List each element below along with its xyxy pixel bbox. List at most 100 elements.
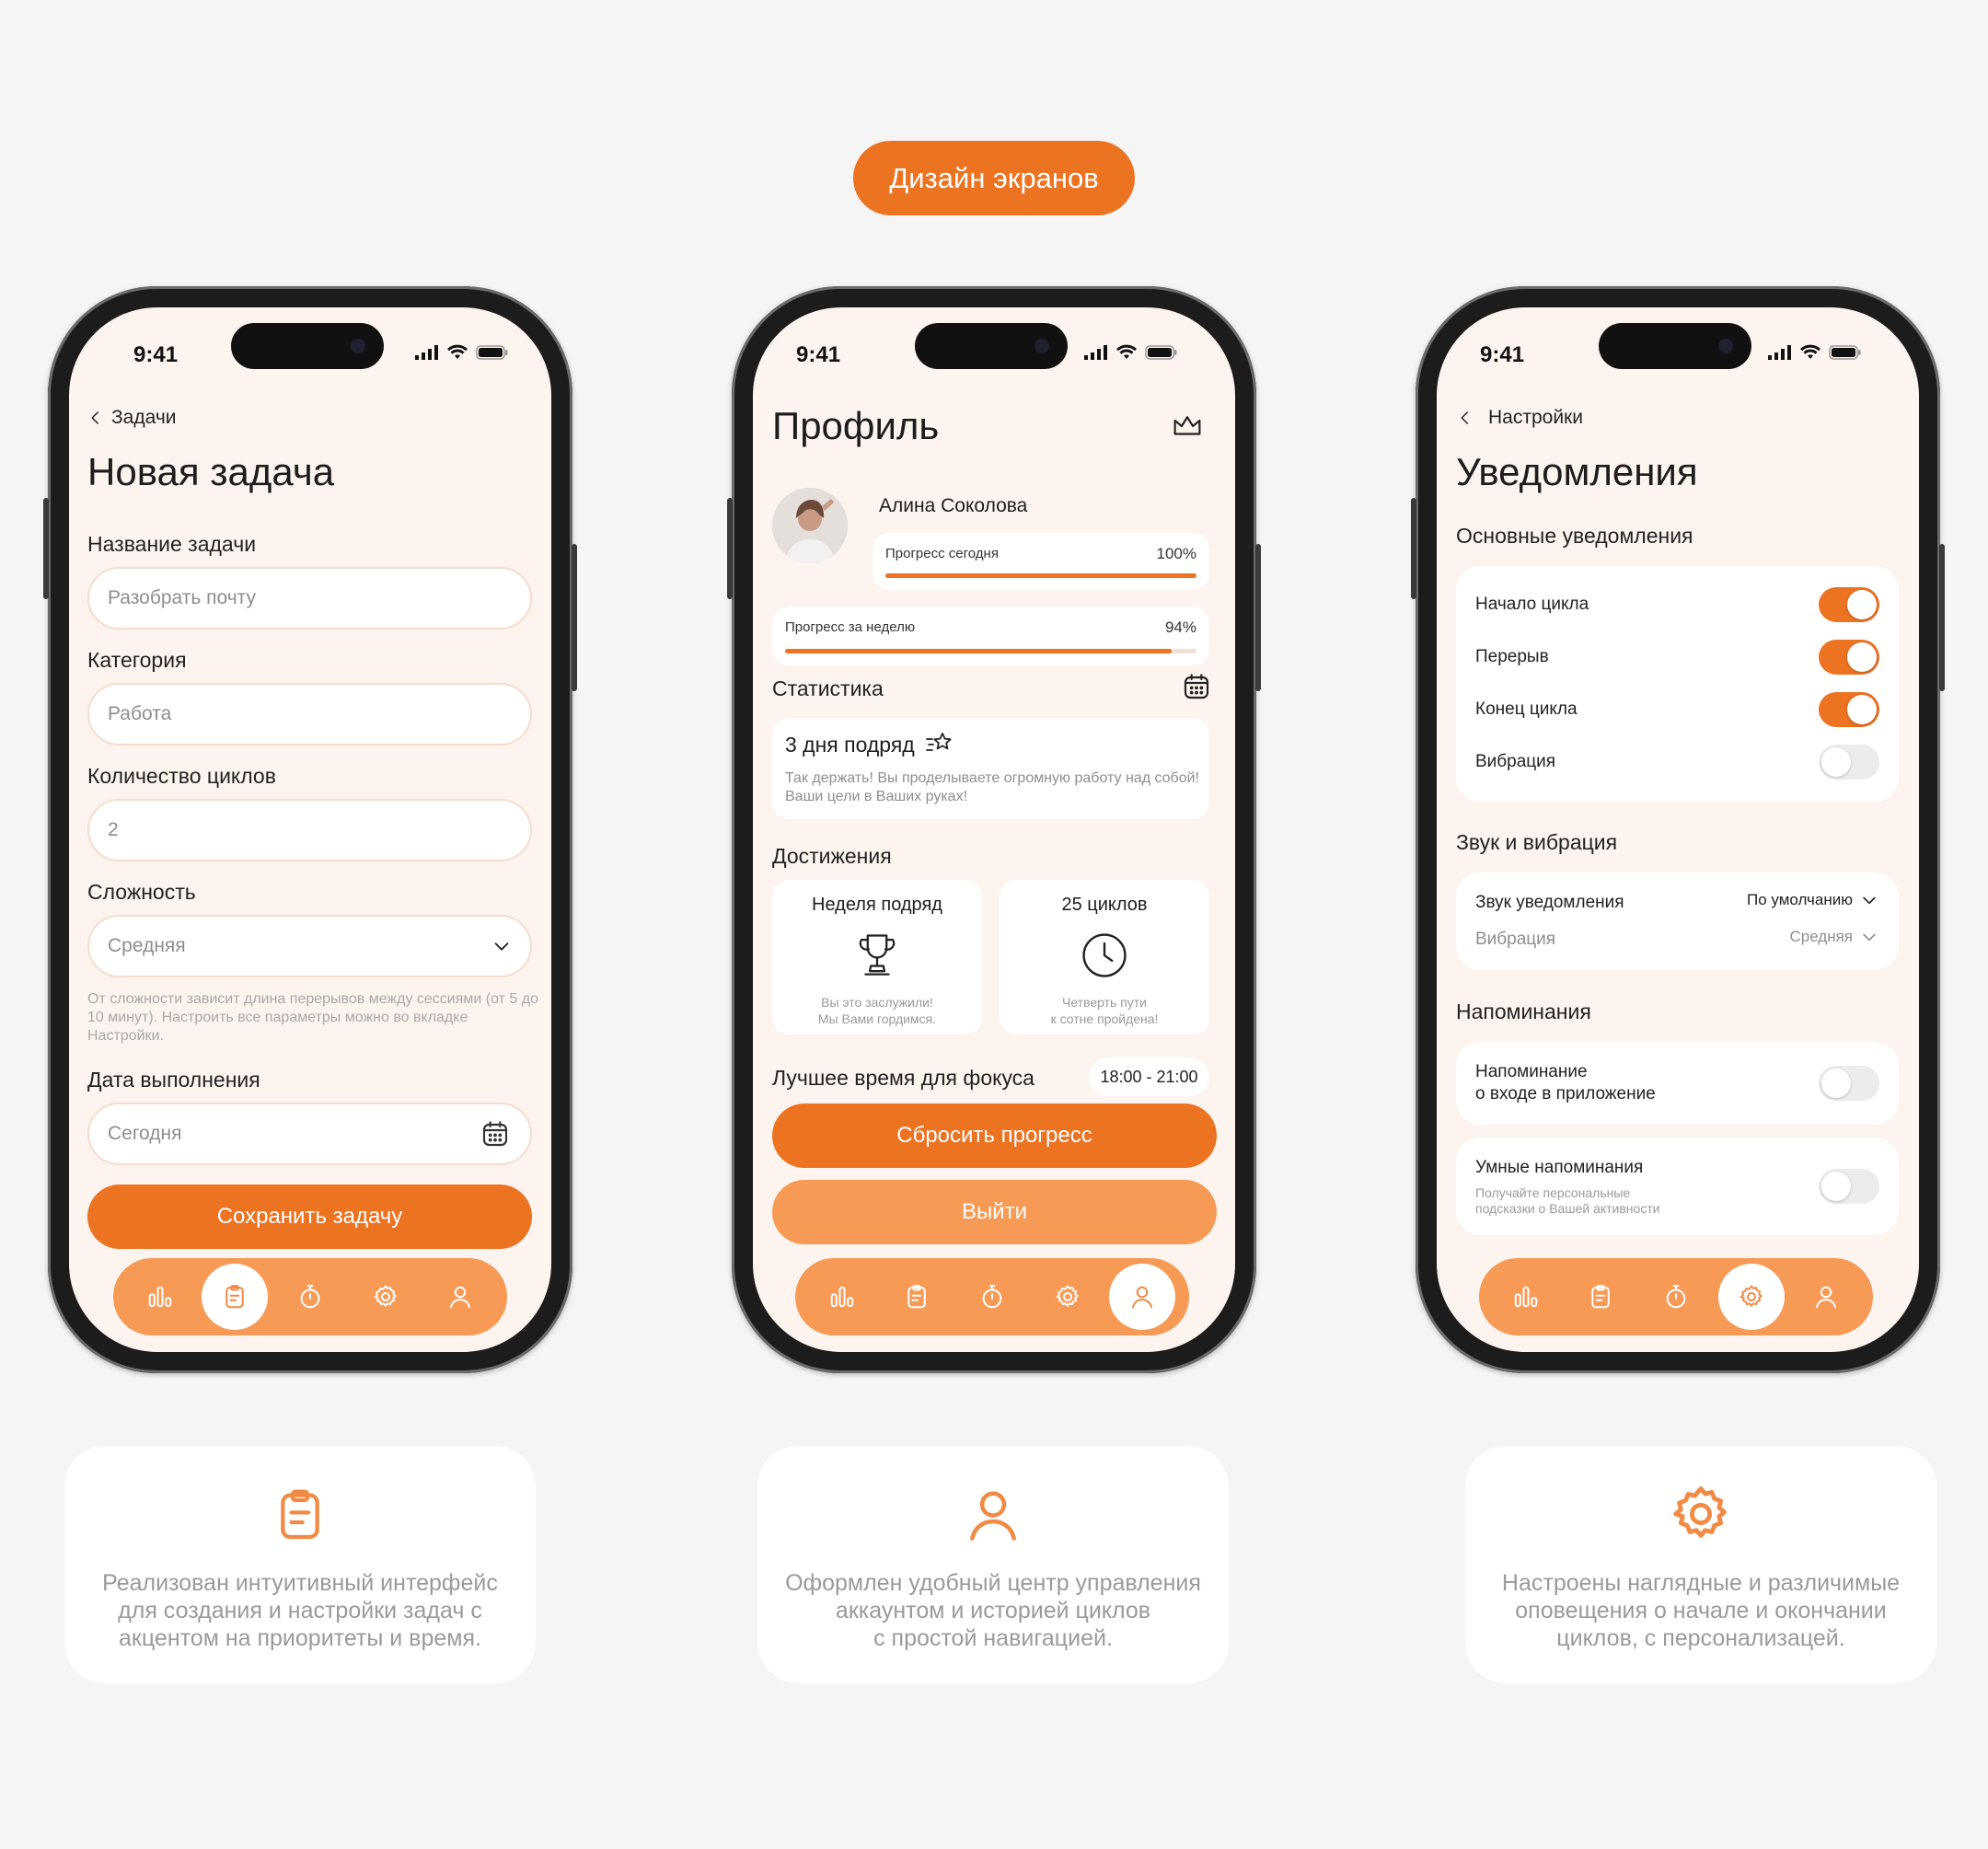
today-progress-label: Прогресс сегодня (885, 546, 999, 561)
notification-toggle[interactable] (1819, 745, 1879, 780)
description-line: циклов, с персонализацей. (1556, 1625, 1845, 1651)
vibration-value: Средняя (1789, 928, 1853, 945)
task-name-input[interactable]: Разобрать почту (87, 567, 532, 630)
phone-notifications: 9:41 Настройки Уведомления Основные увед… (1411, 286, 1945, 1373)
nav-timer[interactable] (959, 1264, 1025, 1330)
notification-toggle[interactable] (1819, 692, 1879, 727)
nav-settings[interactable] (353, 1264, 419, 1330)
description-line: акцентом на приоритеты и время. (119, 1625, 481, 1651)
signal-icon (1768, 345, 1791, 360)
smart-reminders-label: Умные напоминания (1475, 1158, 1644, 1177)
back-label: Настройки (1488, 407, 1583, 428)
gear-icon (372, 1283, 399, 1311)
achievements-title: Достижения (772, 844, 892, 868)
week-progress-label: Прогресс за неделю (785, 619, 916, 635)
cycles-input[interactable]: 2 (87, 799, 532, 861)
task-name-label: Название задачи (87, 532, 257, 556)
chevron-down-icon (1860, 891, 1878, 909)
due-date-label: Дата выполнения (87, 1068, 260, 1092)
today-progress-bar (885, 573, 1196, 578)
calendar-icon[interactable] (1182, 672, 1211, 701)
nav-settings[interactable] (1717, 1264, 1785, 1330)
chevron-down-icon (491, 936, 512, 956)
signal-icon (1084, 345, 1107, 360)
description-line: Реализован интуитивный интерфейс (102, 1570, 498, 1596)
nav-stats[interactable] (127, 1264, 193, 1330)
nav-profile[interactable] (1793, 1264, 1859, 1330)
battery-icon (1145, 345, 1177, 360)
back-button[interactable]: Настройки (1457, 407, 1583, 429)
description-line: для создания и настройки задач с (118, 1598, 482, 1624)
nav-tasks[interactable] (202, 1264, 269, 1330)
calendar-icon[interactable] (480, 1119, 510, 1149)
description-line: Оформлен удобный центр управления (785, 1570, 1201, 1596)
cycles-label: Количество циклов (87, 764, 276, 788)
status-time: 9:41 (1480, 342, 1525, 367)
nav-profile[interactable] (427, 1264, 493, 1330)
achievement-title: Неделя подряд (812, 895, 942, 915)
notification-toggle[interactable] (1819, 640, 1879, 675)
category-input[interactable]: Работа (87, 683, 532, 745)
nav-profile[interactable] (1109, 1264, 1176, 1330)
due-date-input[interactable]: Сегодня (87, 1103, 532, 1165)
streak-card: 3 дня подряд Так держать! Вы проделывает… (772, 718, 1209, 819)
focus-time-label: Лучшее время для фокуса (772, 1066, 1034, 1090)
achievement-text-line: к сотне пройдена! (1050, 1011, 1159, 1026)
reminder-login-line: о входе в приложение (1475, 1084, 1656, 1104)
description-card-tasks: Реализован интуитивный интерфейс для соз… (64, 1446, 536, 1683)
focus-time-badge: 18:00 - 21:00 (1089, 1057, 1209, 1096)
smart-reminders-card: Умные напоминания Получайте персональные… (1456, 1138, 1899, 1235)
save-task-button[interactable]: Сохранить задачу (87, 1185, 532, 1249)
streak-text: Так держать! Вы проделываете огромную ра… (785, 770, 1199, 804)
achievement-card-cycles: 25 циклов Четверть пути к сотне пройдена… (1000, 880, 1209, 1034)
gear-icon (1054, 1283, 1081, 1311)
vibration-select[interactable]: Средняя (1789, 928, 1878, 946)
nav-timer[interactable] (277, 1264, 343, 1330)
description-card-notifications: Настроены наглядные и различимые оповеще… (1465, 1446, 1936, 1683)
smart-reminders-toggle[interactable] (1819, 1169, 1879, 1204)
section-sound-title: Звук и вибрация (1456, 830, 1618, 854)
wifi-icon (1116, 344, 1137, 359)
week-progress-fill (785, 649, 1173, 653)
user-icon (446, 1283, 474, 1311)
notification-row: Начало цикла (1456, 579, 1899, 631)
notification-toggle[interactable] (1819, 587, 1879, 622)
dynamic-island (1599, 323, 1751, 369)
week-progress-value: 94% (1164, 618, 1196, 636)
nav-timer[interactable] (1643, 1264, 1709, 1330)
avatar (772, 488, 848, 563)
logout-button[interactable]: Выйти (772, 1180, 1217, 1244)
status-icons (1084, 344, 1178, 361)
difficulty-label: Сложность (87, 880, 196, 904)
difficulty-select[interactable]: Средняя (87, 915, 532, 977)
sound-select[interactable]: По умолчанию (1747, 891, 1878, 909)
nav-tasks[interactable] (1567, 1264, 1634, 1330)
bottom-nav (795, 1258, 1189, 1335)
notification-label: Конец цикла (1475, 699, 1578, 719)
chart-icon (146, 1283, 174, 1311)
nav-stats[interactable] (1493, 1264, 1559, 1330)
bottom-nav (1479, 1258, 1873, 1335)
streak-title: 3 дня подряд (785, 733, 915, 757)
nav-tasks[interactable] (884, 1264, 950, 1330)
back-label: Задачи (111, 407, 177, 428)
star-icon (925, 731, 954, 757)
back-button[interactable]: Задачи (87, 407, 177, 429)
reset-progress-button[interactable]: Сбросить прогресс (772, 1104, 1217, 1168)
status-time: 9:41 (133, 342, 179, 367)
reminder-login-toggle[interactable] (1819, 1066, 1879, 1101)
notification-row: Конец цикла (1456, 684, 1899, 736)
user-icon (1812, 1283, 1840, 1311)
nav-settings[interactable] (1034, 1264, 1101, 1330)
smart-reminders-sub-line: Получайте персональные (1475, 1185, 1631, 1200)
crown-icon[interactable] (1172, 412, 1203, 440)
today-progress-fill (885, 573, 1196, 578)
timer-icon (1662, 1283, 1690, 1311)
week-progress-card: Прогресс за неделю 94% (772, 607, 1209, 665)
achievement-text-line: Вы это заслужили! (821, 995, 933, 1010)
reminder-login-line: Напоминание (1475, 1062, 1588, 1081)
nav-stats[interactable] (809, 1264, 875, 1330)
chart-icon (828, 1283, 856, 1311)
category-label: Категория (87, 648, 187, 672)
phone-new-task: 9:41 Задачи Новая задача Название задачи… (43, 286, 577, 1373)
